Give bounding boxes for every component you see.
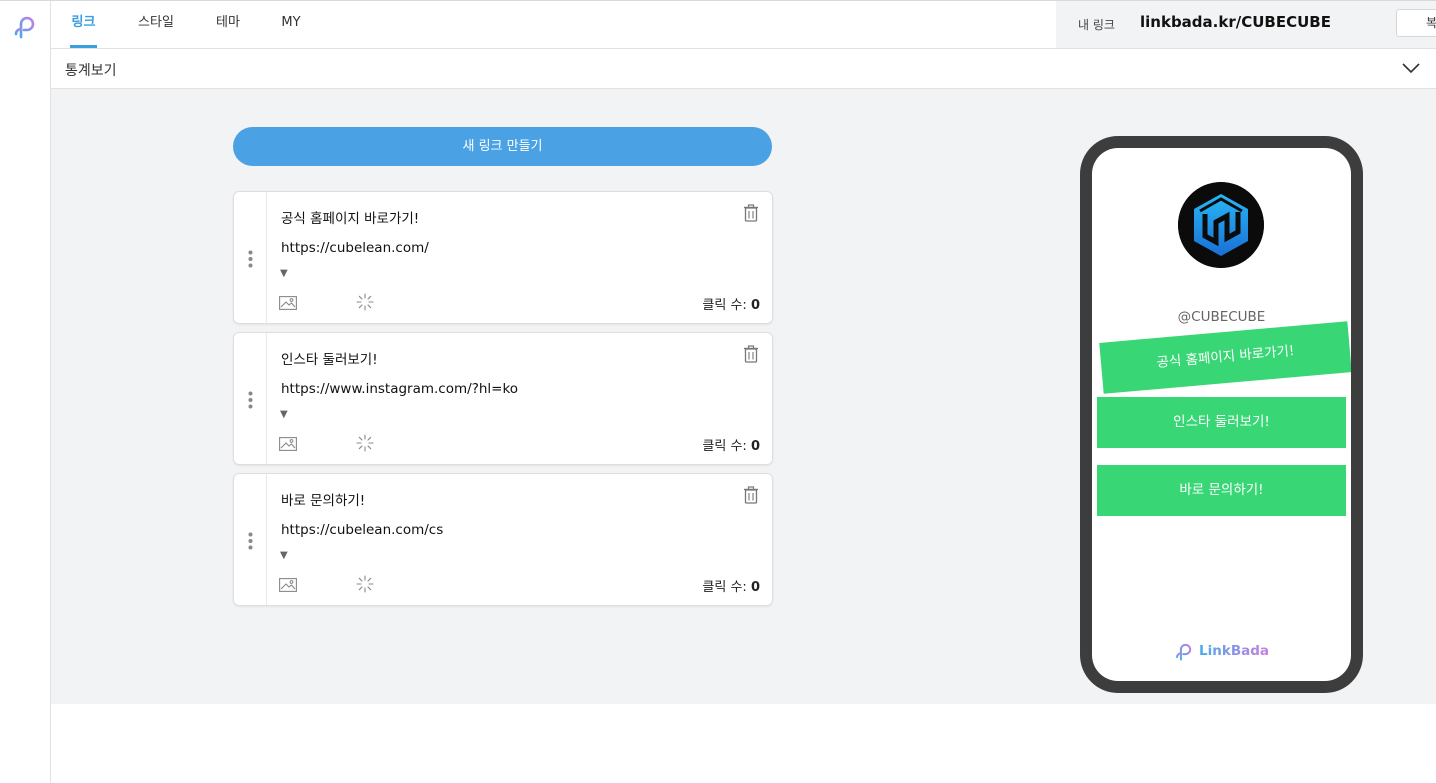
top-nav: 링크 스타일 테마 MY 내 링크 linkbada.kr/CUBECUBE 복… <box>51 1 1436 49</box>
stats-toggle-row[interactable]: 통계보기 <box>51 49 1436 89</box>
link-card: 공식 홈페이지 바로가기! https://cubelean.com/ ▼ 클릭… <box>233 191 773 324</box>
drag-handle[interactable] <box>234 474 267 605</box>
drag-handle[interactable] <box>234 192 267 323</box>
left-rail <box>0 1 51 783</box>
effect-sparkle-icon[interactable] <box>356 293 374 311</box>
tab-theme[interactable]: 테마 <box>209 1 247 48</box>
tab-link[interactable]: 링크 <box>66 1 101 48</box>
preview-link-button[interactable]: 인스타 둘러보기! <box>1097 397 1346 448</box>
linkbada-logo-icon <box>1176 643 1192 660</box>
link-url[interactable]: https://cubelean.com/ <box>281 240 429 256</box>
trash-icon[interactable] <box>743 486 759 504</box>
link-card: 바로 문의하기! https://cubelean.com/cs ▼ 클릭 수:… <box>233 473 773 606</box>
link-url[interactable]: https://www.instagram.com/?hl=ko <box>281 381 518 397</box>
expand-arrow-icon[interactable]: ▼ <box>280 268 288 279</box>
phone-screen: @CUBECUBE 공식 홈페이지 바로가기! 인스타 둘러보기! 바로 문의하… <box>1092 148 1351 681</box>
click-count: 클릭 수: 0 <box>702 439 760 454</box>
preview-link-button[interactable]: 공식 홈페이지 바로가기! <box>1099 321 1351 394</box>
image-icon[interactable] <box>279 437 297 451</box>
effect-sparkle-icon[interactable] <box>356 434 374 452</box>
effect-sparkle-icon[interactable] <box>356 575 374 593</box>
brand-footer: LinkBada <box>1092 640 1351 661</box>
my-link-panel: 내 링크 linkbada.kr/CUBECUBE 복사 <box>1056 1 1436 49</box>
my-link-url: linkbada.kr/CUBECUBE <box>1140 13 1331 31</box>
new-link-button[interactable]: 새 링크 만들기 <box>233 127 772 166</box>
copy-button[interactable]: 복사 <box>1396 9 1436 37</box>
link-title[interactable]: 인스타 둘러보기! <box>281 348 378 368</box>
my-link-label: 내 링크 <box>1078 18 1115 32</box>
drag-dots-icon <box>248 391 253 409</box>
trash-icon[interactable] <box>743 204 759 222</box>
link-title[interactable]: 바로 문의하기! <box>281 489 365 509</box>
linkbada-logo-icon[interactable] <box>12 13 38 39</box>
app-frame: 링크 스타일 테마 MY 내 링크 linkbada.kr/CUBECUBE 복… <box>0 0 1436 783</box>
click-count: 클릭 수: 0 <box>702 298 760 313</box>
stats-label: 통계보기 <box>65 63 117 79</box>
drag-dots-icon <box>248 532 253 550</box>
brand-name: LinkBada <box>1199 642 1270 659</box>
chevron-down-icon[interactable] <box>1402 60 1420 74</box>
expand-arrow-icon[interactable]: ▼ <box>280 550 288 561</box>
preview-link-button[interactable]: 바로 문의하기! <box>1097 465 1346 516</box>
editor-area: 새 링크 만들기 공식 홈페이지 바로가기! https://cubelean.… <box>51 89 1436 704</box>
profile-handle: @CUBECUBE <box>1177 309 1266 325</box>
link-url[interactable]: https://cubelean.com/cs <box>281 522 443 538</box>
profile-avatar[interactable] <box>1178 182 1264 268</box>
link-card: 인스타 둘러보기! https://www.instagram.com/?hl=… <box>233 332 773 465</box>
phone-preview: @CUBECUBE 공식 홈페이지 바로가기! 인스타 둘러보기! 바로 문의하… <box>1080 136 1363 693</box>
image-icon[interactable] <box>279 578 297 592</box>
drag-dots-icon <box>248 250 253 268</box>
link-title[interactable]: 공식 홈페이지 바로가기! <box>281 207 419 227</box>
drag-handle[interactable] <box>234 333 267 464</box>
trash-icon[interactable] <box>743 345 759 363</box>
expand-arrow-icon[interactable]: ▼ <box>280 409 288 420</box>
tab-style[interactable]: 스타일 <box>133 1 179 48</box>
click-count: 클릭 수: 0 <box>702 580 760 595</box>
tab-my[interactable]: MY <box>275 1 307 48</box>
image-icon[interactable] <box>279 296 297 310</box>
